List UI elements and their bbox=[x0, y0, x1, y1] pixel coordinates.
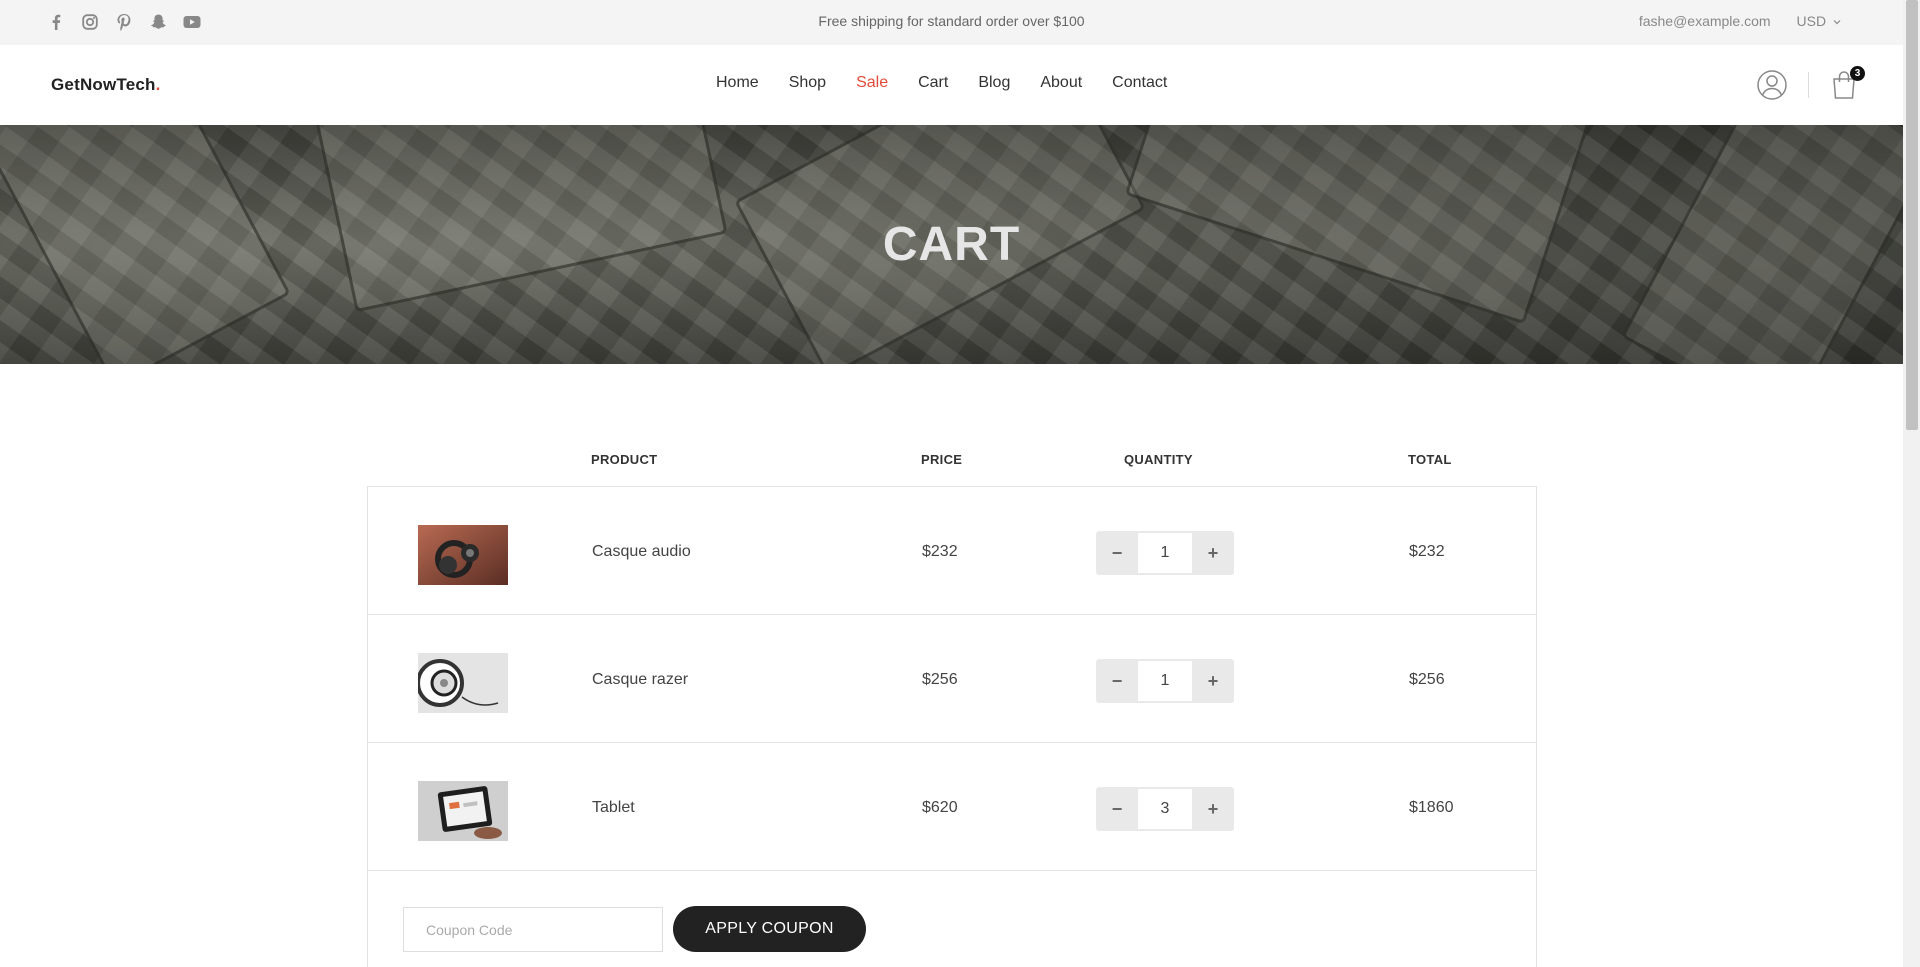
product-thumbnail[interactable] bbox=[418, 525, 508, 585]
cart-count-badge: 3 bbox=[1850, 66, 1865, 81]
nav-about[interactable]: About bbox=[1040, 74, 1082, 92]
quantity-stepper: − 3 + bbox=[1096, 787, 1234, 831]
nav-cart[interactable]: Cart bbox=[918, 74, 948, 92]
product-thumbnail[interactable] bbox=[418, 653, 508, 713]
scrollbar-thumb[interactable] bbox=[1906, 0, 1918, 430]
coupon-code-input[interactable]: Coupon Code bbox=[403, 907, 663, 952]
top-right-links: fashe@example.com USD bbox=[1639, 13, 1841, 29]
currency-selector[interactable]: USD bbox=[1797, 13, 1841, 29]
cart-row: Tablet $620 − 3 + $1860 bbox=[368, 743, 1536, 871]
main-header: GetNowTech. Home Shop Sale Cart Blog Abo… bbox=[0, 45, 1903, 125]
product-name[interactable]: Casque razer bbox=[592, 671, 688, 689]
increase-quantity-button[interactable]: + bbox=[1192, 787, 1234, 831]
decrease-quantity-button[interactable]: − bbox=[1096, 531, 1138, 575]
currency-value: USD bbox=[1796, 13, 1827, 29]
main-nav: Home Shop Sale Cart Blog About Contact bbox=[716, 74, 1167, 92]
nav-home[interactable]: Home bbox=[716, 74, 759, 92]
cart-table: Casque audio $232 − 1 + $232 Casque raze… bbox=[367, 486, 1537, 967]
nav-sale[interactable]: Sale bbox=[856, 74, 888, 92]
cart-row: Casque audio $232 − 1 + $232 bbox=[368, 487, 1536, 615]
product-total: $256 bbox=[1409, 671, 1445, 688]
quantity-stepper: − 1 + bbox=[1096, 531, 1234, 575]
user-account-icon[interactable] bbox=[1756, 69, 1788, 101]
decrease-quantity-button[interactable]: − bbox=[1096, 659, 1138, 703]
product-price: $232 bbox=[922, 543, 958, 560]
cart-bag-button[interactable]: 3 bbox=[1831, 66, 1865, 100]
increase-quantity-button[interactable]: + bbox=[1192, 531, 1234, 575]
header-divider bbox=[1808, 72, 1809, 98]
product-price: $256 bbox=[922, 671, 958, 688]
product-price: $620 bbox=[922, 799, 958, 816]
top-bar: Free shipping for standard order over $1… bbox=[0, 0, 1903, 45]
logo-dot: . bbox=[155, 75, 161, 94]
column-header-product: PRODUCT bbox=[591, 452, 658, 467]
shipping-notice: Free shipping for standard order over $1… bbox=[818, 13, 1085, 29]
product-total: $232 bbox=[1409, 543, 1445, 560]
quantity-input[interactable]: 3 bbox=[1138, 789, 1192, 829]
apply-coupon-button[interactable]: APPLY COUPON bbox=[673, 906, 866, 952]
nav-contact[interactable]: Contact bbox=[1112, 74, 1167, 92]
decrease-quantity-button[interactable]: − bbox=[1096, 787, 1138, 831]
quantity-input[interactable]: 1 bbox=[1138, 533, 1192, 573]
email-link[interactable]: fashe@example.com bbox=[1639, 13, 1771, 29]
logo-text: GetNowTech bbox=[51, 75, 156, 94]
nav-shop[interactable]: Shop bbox=[789, 74, 826, 92]
page-scrollbar[interactable] bbox=[1903, 0, 1920, 967]
column-header-quantity: QUANTITY bbox=[1124, 452, 1193, 467]
column-header-total: TOTAL bbox=[1408, 452, 1452, 467]
chevron-down-icon bbox=[1833, 20, 1841, 25]
product-name[interactable]: Tablet bbox=[592, 799, 635, 817]
header-icons: 3 bbox=[1756, 66, 1865, 101]
site-logo[interactable]: GetNowTech. bbox=[51, 75, 161, 95]
column-header-price: PRICE bbox=[921, 452, 963, 467]
product-total: $1860 bbox=[1409, 799, 1454, 816]
page-hero-banner: CART bbox=[0, 125, 1903, 364]
product-thumbnail[interactable] bbox=[418, 781, 508, 841]
quantity-input[interactable]: 1 bbox=[1138, 661, 1192, 701]
page-title: CART bbox=[882, 218, 1021, 271]
increase-quantity-button[interactable]: + bbox=[1192, 659, 1234, 703]
product-name[interactable]: Casque audio bbox=[592, 543, 691, 561]
nav-blog[interactable]: Blog bbox=[978, 74, 1010, 92]
quantity-stepper: − 1 + bbox=[1096, 659, 1234, 703]
cart-row: Casque razer $256 − 1 + $256 bbox=[368, 615, 1536, 743]
